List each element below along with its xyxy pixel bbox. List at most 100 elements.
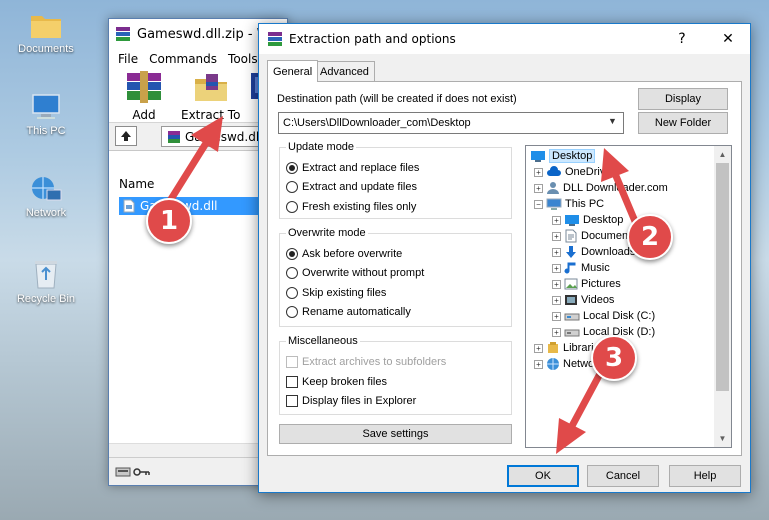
network-icon bbox=[32, 177, 62, 201]
tree-item-local-disk-c[interactable]: + Local Disk (C:) bbox=[552, 308, 655, 324]
cancel-button-label: Cancel bbox=[605, 470, 641, 482]
radio-unselected[interactable] bbox=[286, 201, 298, 213]
save-settings-label: Save settings bbox=[362, 428, 429, 440]
desktop-icon-documents[interactable]: Documents bbox=[8, 10, 84, 55]
tree-item-label: This PC bbox=[565, 198, 605, 210]
tree-item-this-pc[interactable]: − This PC bbox=[534, 196, 604, 212]
desktop-icon-network[interactable]: Network bbox=[8, 174, 84, 219]
tree-item-documents[interactable]: + Documents bbox=[552, 228, 637, 244]
help-question-button[interactable]: ? bbox=[659, 24, 705, 54]
tree-vertical-scrollbar[interactable]: ▲ ▼ bbox=[714, 146, 731, 447]
step-badge-3: 3 bbox=[591, 335, 637, 381]
menu-file[interactable]: File bbox=[118, 52, 138, 66]
radio-selected[interactable] bbox=[286, 162, 298, 174]
checkbox-display-in-explorer[interactable]: Display files in Explorer bbox=[286, 395, 416, 407]
radio-unselected[interactable] bbox=[286, 306, 298, 318]
tree-item-pictures[interactable]: + Pictures bbox=[552, 276, 621, 292]
tree-item-music[interactable]: + Music bbox=[552, 260, 610, 276]
radio-extract-update[interactable]: Extract and update files bbox=[286, 181, 417, 193]
close-button[interactable]: ✕ bbox=[705, 24, 751, 54]
videos-icon bbox=[565, 295, 577, 305]
desktop-icon-this-pc[interactable]: This PC bbox=[8, 92, 84, 137]
menu-commands[interactable]: Commands bbox=[149, 52, 217, 66]
radio-ask-before-overwrite[interactable]: Ask before overwrite bbox=[286, 248, 402, 260]
question-icon: ? bbox=[678, 31, 686, 47]
radio-selected[interactable] bbox=[286, 248, 298, 260]
add-button[interactable]: Add bbox=[123, 71, 165, 122]
display-button[interactable]: Display bbox=[638, 88, 728, 110]
expand-icon[interactable]: + bbox=[552, 279, 561, 289]
tab-general[interactable]: General bbox=[267, 60, 319, 82]
expand-icon[interactable]: + bbox=[552, 231, 561, 241]
desktop-icon-label: Recycle Bin bbox=[16, 293, 76, 305]
dialog-title-bar[interactable]: Extraction path and options ? ✕ bbox=[259, 24, 750, 54]
tree-item-onedrive[interactable]: + OneDrive bbox=[534, 164, 611, 180]
ok-button[interactable]: OK bbox=[507, 465, 579, 487]
drive-icon bbox=[564, 313, 580, 321]
expand-icon[interactable]: + bbox=[552, 327, 561, 337]
radio-unselected[interactable] bbox=[286, 267, 298, 279]
scroll-thumb[interactable] bbox=[716, 163, 729, 391]
help-button-label: Help bbox=[693, 470, 717, 482]
scroll-up-icon[interactable]: ▲ bbox=[714, 146, 731, 163]
radio-skip-existing[interactable]: Skip existing files bbox=[286, 287, 386, 299]
expand-icon[interactable]: + bbox=[552, 215, 561, 225]
winrar-app-icon bbox=[268, 32, 282, 46]
expand-icon[interactable]: + bbox=[552, 263, 561, 273]
display-button-label: Display bbox=[664, 93, 702, 105]
radio-unselected[interactable] bbox=[286, 287, 298, 299]
tree-item-pc-desktop[interactable]: + Desktop bbox=[552, 212, 623, 228]
new-folder-button[interactable]: New Folder bbox=[638, 112, 728, 134]
destination-path-label: Destination path (will be created if doe… bbox=[277, 93, 517, 105]
tab-advanced[interactable]: Advanced bbox=[314, 61, 375, 81]
option-label: Fresh existing files only bbox=[302, 201, 417, 213]
option-label: Skip existing files bbox=[302, 287, 387, 299]
radio-fresh-existing[interactable]: Fresh existing files only bbox=[286, 201, 416, 213]
archive-path-text: Gameswd.dll bbox=[185, 129, 263, 144]
option-label: Display files in Explorer bbox=[302, 395, 417, 407]
music-icon bbox=[564, 262, 576, 274]
tree-item-dll-downloader[interactable]: + DLL Downloader.com bbox=[534, 180, 668, 196]
checkbox-unchecked[interactable] bbox=[286, 376, 298, 388]
radio-rename-automatically[interactable]: Rename automatically bbox=[286, 306, 411, 318]
expand-icon[interactable]: + bbox=[552, 295, 561, 305]
drive-key-icon bbox=[115, 467, 150, 476]
tree-item-desktop[interactable]: Desktop bbox=[530, 148, 596, 164]
expand-icon[interactable]: + bbox=[534, 167, 543, 177]
cancel-button[interactable]: Cancel bbox=[587, 465, 659, 487]
radio-overwrite-without-prompt[interactable]: Overwrite without prompt bbox=[286, 267, 424, 279]
expand-icon[interactable]: + bbox=[552, 311, 561, 321]
destination-path-input[interactable] bbox=[278, 112, 624, 134]
checkbox-keep-broken-files[interactable]: Keep broken files bbox=[286, 376, 387, 388]
expand-icon[interactable]: + bbox=[534, 343, 543, 353]
column-header-name[interactable]: Name bbox=[119, 177, 154, 191]
menu-tools[interactable]: Tools bbox=[228, 52, 258, 66]
extract-folder-icon bbox=[194, 74, 227, 101]
folder-tree[interactable]: Desktop + OneDrive + DLL Downloader.com … bbox=[525, 145, 732, 448]
tree-item-label: Desktop bbox=[583, 214, 624, 226]
expand-icon[interactable]: + bbox=[552, 247, 561, 257]
checkbox-disabled bbox=[286, 356, 298, 368]
expand-icon[interactable]: + bbox=[534, 183, 543, 193]
save-settings-button[interactable]: Save settings bbox=[279, 424, 512, 444]
scroll-down-icon[interactable]: ▼ bbox=[714, 430, 731, 447]
checkbox-unchecked[interactable] bbox=[286, 395, 298, 407]
dialog-title: Extraction path and options bbox=[289, 32, 456, 46]
desktop-folder-icon bbox=[565, 215, 579, 226]
expand-icon[interactable]: + bbox=[534, 359, 543, 369]
radio-extract-replace[interactable]: Extract and replace files bbox=[286, 162, 419, 174]
desktop-icon-recycle-bin[interactable]: Recycle Bin bbox=[8, 258, 84, 305]
collapse-icon[interactable]: − bbox=[534, 199, 543, 209]
radio-unselected[interactable] bbox=[286, 181, 298, 193]
tree-item-videos[interactable]: + Videos bbox=[552, 292, 614, 308]
desktop-icon-label: This PC bbox=[26, 125, 66, 137]
chevron-down-icon[interactable]: ▼ bbox=[608, 116, 617, 126]
up-folder-button[interactable] bbox=[115, 126, 137, 146]
tree-item-downloads[interactable]: + Downloads bbox=[552, 244, 635, 260]
rar-small-icon bbox=[168, 130, 180, 143]
extraction-dialog: Extraction path and options ? ✕ General … bbox=[258, 23, 751, 493]
help-button[interactable]: Help bbox=[669, 465, 741, 487]
option-label: Extract and update files bbox=[302, 181, 417, 193]
extract-to-button[interactable]: Extract To bbox=[181, 71, 240, 122]
step-badge-2: 2 bbox=[627, 214, 673, 260]
